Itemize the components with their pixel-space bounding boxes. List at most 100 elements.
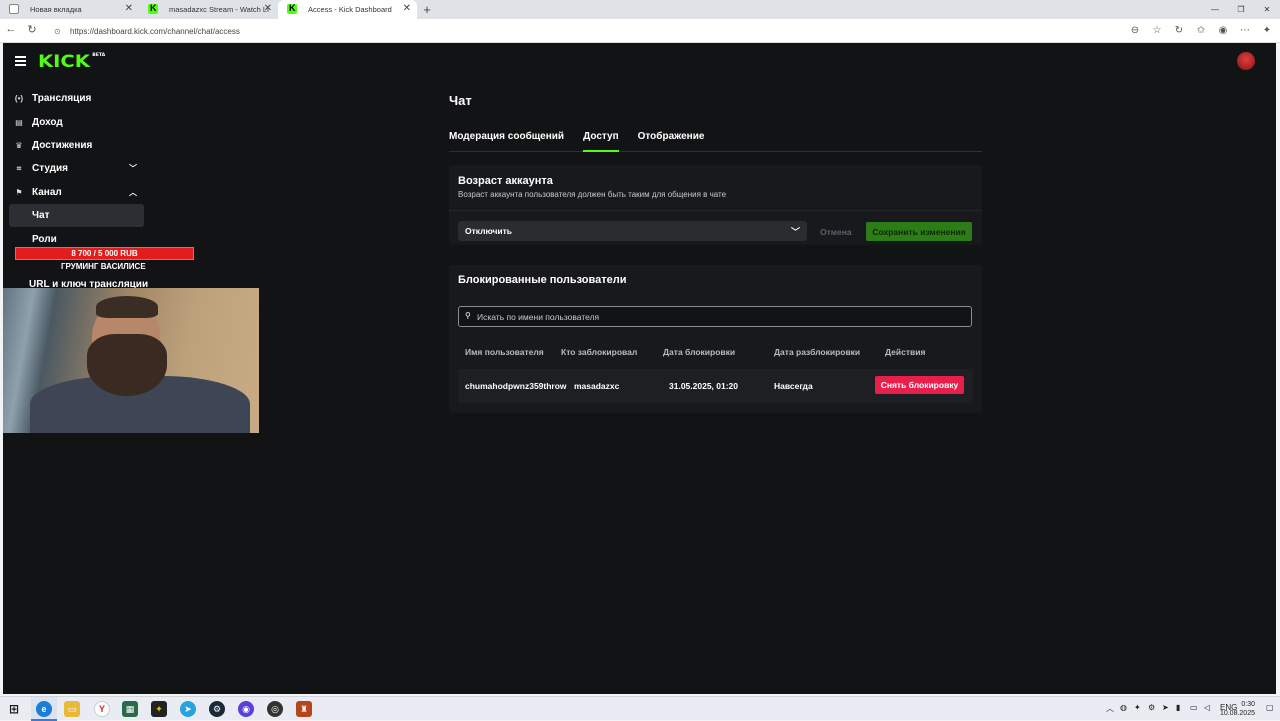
kick-logo[interactable]: KICK BETA (38, 52, 105, 72)
chat-settings-tabs: Модерация сообщений Доступ Отображение (449, 129, 982, 152)
donation-goal-caption: ГРУМИНГ ВАСИЛИСЕ (61, 262, 146, 271)
tab-title: Новая вкладка (30, 5, 82, 14)
window-controls: — ❐ ✕ (1202, 0, 1280, 19)
menu-icon[interactable] (15, 56, 26, 66)
minimize-icon[interactable]: — (1202, 0, 1228, 19)
sidebar-item-channel[interactable]: ⚑ Канал ︿ (3, 181, 153, 204)
copilot-icon[interactable]: ✦ (1260, 23, 1274, 37)
tray-steam-icon[interactable]: ⚙ (1148, 703, 1155, 712)
channel-icon: ⚑ (15, 187, 23, 197)
sidebar-item-broadcast[interactable]: (•) Трансляция (3, 87, 153, 110)
webcam-overlay (3, 288, 259, 433)
taskbar: ⊞ e ▭ Y ▦ ✦ ➤ ⚙ ◉ ◎ ♜ ︿ ◍ ✦ ⚙ ➤ ▮ ▭ ◁ EN… (0, 696, 1280, 721)
back-icon[interactable]: ← (2, 23, 20, 35)
steam-icon[interactable]: ⚙ (209, 701, 225, 717)
refresh-icon[interactable]: ↻ (23, 23, 41, 36)
cell-username: chumahodpwnz359throw (465, 381, 567, 391)
search-placeholder: Искать по имени пользователя (477, 311, 600, 322)
sidebar-item-studio[interactable]: ⌗ Студия ﹀ (3, 157, 153, 180)
close-window-icon[interactable]: ✕ (1254, 0, 1280, 19)
new-tab-button[interactable]: + (417, 0, 437, 19)
trophy-icon: ♛ (15, 140, 23, 150)
tray-overflow-icon[interactable]: ︿ (1106, 703, 1114, 714)
reader-icon[interactable]: ⊖ (1128, 23, 1142, 37)
wallet-icon: ▤ (15, 117, 23, 127)
spreadsheet-app-icon[interactable]: ▦ (122, 701, 138, 717)
blank-page-icon (9, 4, 19, 14)
sidebar-item-chat[interactable]: Чат (9, 203, 144, 228)
section-title: Возраст аккаунта (458, 175, 553, 187)
edge-browser-icon[interactable]: e (36, 701, 52, 717)
sidebar-item-label: Достижения (32, 139, 93, 151)
telegram-icon[interactable]: ➤ (180, 701, 196, 717)
tab-moderation[interactable]: Модерация сообщений (449, 129, 564, 152)
kick-icon (287, 3, 297, 14)
avatar[interactable] (1237, 52, 1255, 70)
sidebar-item-achievements[interactable]: ♛ Достижения (3, 134, 153, 157)
system-clock[interactable]: 0:30 10.08.2025 (1220, 700, 1255, 718)
browser-tab-dashboard[interactable]: Access - Kick Dashboard ✕ (278, 0, 417, 19)
game-app-icon[interactable]: ♜ (296, 701, 312, 717)
tray-telegram-icon[interactable]: ➤ (1162, 703, 1169, 712)
column-header-blocked-by: Кто заблокировал (561, 347, 638, 357)
tab-access[interactable]: Доступ (583, 129, 619, 152)
site-info-icon[interactable]: ⊙ (54, 27, 64, 36)
kick-dashboard: KICK BETA (•) Трансляция ▤ Доход ♛ Достиж… (3, 43, 1276, 694)
sidebar: (•) Трансляция ▤ Доход ♛ Достижения ⌗ Ст… (3, 87, 153, 251)
column-header-unblock-at: Дата разблокировки (774, 347, 861, 357)
address-bar: ← ↻ ⊙ https://dashboard.kick.com/channel… (0, 19, 1280, 43)
favorites-icon[interactable]: ✩ (1194, 23, 1208, 37)
app-icon[interactable]: ✦ (151, 701, 167, 717)
search-input[interactable]: ⚲ Искать по имени пользователя (458, 306, 972, 327)
clock-time: 0:30 (1241, 701, 1255, 708)
save-button[interactable]: Сохранить изменения (866, 222, 972, 241)
page-title: Чат (449, 93, 472, 108)
webcam-person-hair (96, 296, 158, 318)
browser-tab-stream[interactable]: masadazxc Stream - Watch Live o ✕ (139, 0, 278, 19)
sidebar-item-label: Студия (32, 163, 69, 175)
tray-app-icon-2[interactable]: ✦ (1134, 703, 1141, 712)
sidebar-item-income[interactable]: ▤ Доход (3, 110, 153, 133)
sidebar-item-label: Доход (32, 116, 63, 128)
close-icon[interactable]: ✕ (403, 3, 411, 14)
file-explorer-icon[interactable]: ▭ (64, 701, 80, 717)
browser-tab-new[interactable]: Новая вкладка ✕ (0, 0, 139, 19)
sidebar-item-label: Чат (32, 210, 50, 222)
browser-toolbar: ⊖ ☆ ↻ ✩ ◉ ⋯ ✦ (1128, 23, 1274, 37)
tab-display[interactable]: Отображение (638, 129, 705, 152)
close-icon[interactable]: ✕ (264, 3, 272, 14)
network-icon[interactable]: ▭ (1190, 703, 1198, 712)
cell-blocked-at: 31.05.2025, 01:20 (669, 381, 739, 391)
windows-start-icon[interactable]: ⊞ (6, 701, 22, 717)
tab-title: masadazxc Stream - Watch Live o (169, 5, 269, 14)
section-title: Блокированные пользователи (458, 274, 627, 286)
column-header-actions: Действия (885, 347, 926, 357)
account-age-header: Возраст аккаунта Возраст аккаунта пользо… (449, 165, 982, 211)
logo-badge: BETA (92, 52, 106, 57)
volume-icon[interactable]: ◁ (1204, 703, 1210, 712)
chevron-down-icon[interactable]: ﹀ (129, 163, 137, 174)
obs-like-app-icon[interactable]: ◉ (238, 701, 254, 717)
more-menu-icon[interactable]: ⋯ (1238, 23, 1252, 37)
refresh-page-icon[interactable]: ↻ (1172, 23, 1186, 37)
tray-app-icon[interactable]: ◍ (1120, 703, 1127, 712)
yandex-browser-icon[interactable]: Y (94, 701, 110, 717)
account-age-select[interactable]: Отключить ﹀ (458, 221, 807, 241)
url-field[interactable]: ⊙ https://dashboard.kick.com/channel/cha… (48, 22, 1144, 40)
restore-icon[interactable]: ❐ (1228, 0, 1254, 19)
chevron-up-icon[interactable]: ︿ (129, 187, 137, 198)
cell-blocked-by: masadazxc (574, 381, 620, 391)
broadcast-icon: (•) (14, 94, 24, 104)
close-icon[interactable]: ✕ (125, 3, 133, 14)
profile-icon[interactable]: ◉ (1216, 23, 1230, 37)
tray-usb-icon[interactable]: ▮ (1176, 703, 1180, 712)
cancel-button[interactable]: Отмена (820, 227, 852, 237)
donation-goal-bar: 8 700 / 5 000 RUB (15, 247, 194, 260)
notifications-icon[interactable]: ▢ (1266, 703, 1274, 712)
url-text: https://dashboard.kick.com/channel/chat/… (70, 26, 240, 36)
sidebar-item-label: Трансляция (32, 93, 92, 105)
unblock-button[interactable]: Снять блокировку (875, 376, 964, 394)
blocked-users-header: Блокированные пользователи (449, 265, 982, 295)
obs-studio-icon[interactable]: ◎ (267, 701, 283, 717)
favorite-star-icon[interactable]: ☆ (1150, 23, 1164, 37)
